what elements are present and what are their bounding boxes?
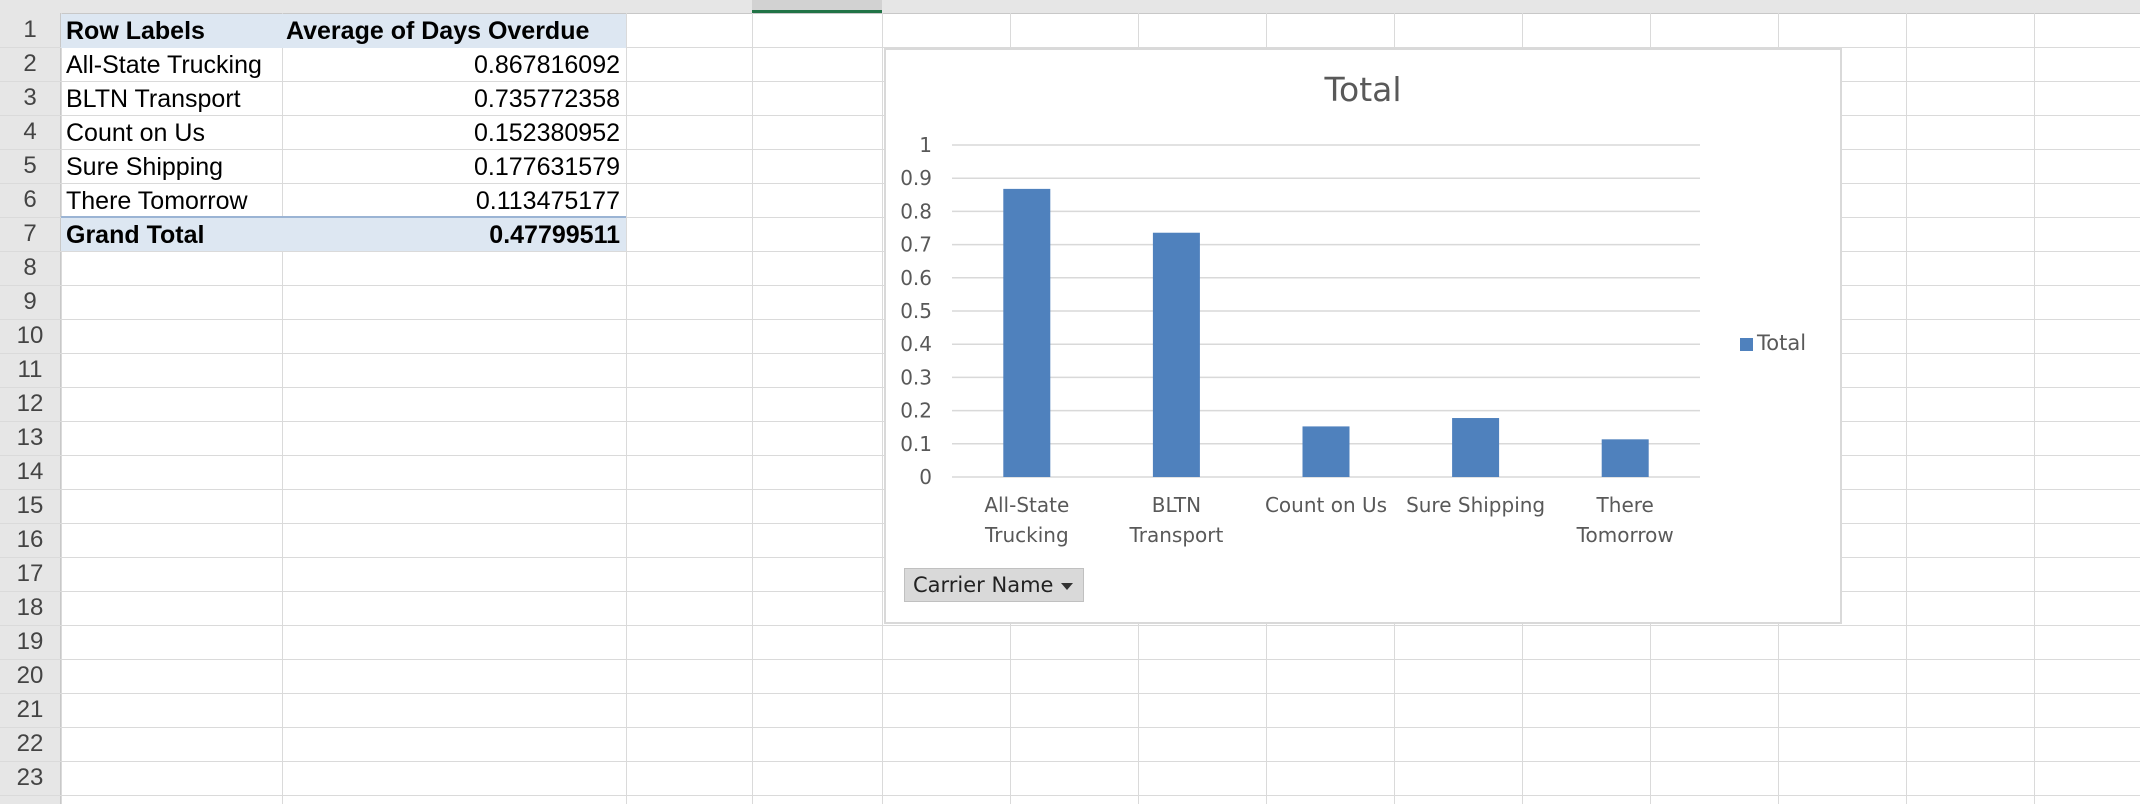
- row-number[interactable]: 16: [0, 523, 60, 557]
- pivot-row-label[interactable]: Sure Shipping: [66, 150, 281, 184]
- row-number[interactable]: 7: [0, 217, 60, 251]
- column-gridline: [1906, 13, 1907, 804]
- y-tick-label: 0.4: [900, 332, 932, 356]
- row-number[interactable]: 5: [0, 149, 60, 183]
- y-tick-label: 0.1: [900, 432, 932, 456]
- column-gridline: [752, 13, 753, 804]
- pivot-row-value[interactable]: 0.867816092: [286, 48, 620, 82]
- y-tick-label: 0.6: [900, 266, 932, 290]
- chart-legend[interactable]: Total: [1740, 330, 1806, 356]
- row-number[interactable]: 22: [0, 727, 60, 761]
- pivot-chart[interactable]: Total 0 0.1 0.2 0.3 0.4 0.5 0.6 0.7 0.8 0.9 1 All-S…: [884, 48, 1842, 624]
- row-gridline: [0, 625, 2140, 626]
- y-tick-label: 0.5: [900, 299, 932, 323]
- row-number[interactable]: 23: [0, 761, 60, 795]
- column-gridline: [61, 13, 62, 804]
- y-tick-label: 0.7: [900, 233, 932, 257]
- x-tick-label: Trucking: [984, 523, 1069, 547]
- x-tick-label: All-State: [984, 493, 1069, 517]
- row-number[interactable]: 15: [0, 489, 60, 523]
- column-gridline: [2034, 13, 2035, 804]
- bar[interactable]: [1302, 426, 1350, 477]
- column-gridline: [626, 13, 627, 804]
- bar[interactable]: [1003, 188, 1051, 477]
- y-tick-label: 0.2: [900, 399, 932, 423]
- row-number[interactable]: 1: [0, 13, 60, 47]
- pivot-row-label[interactable]: All-State Trucking: [66, 48, 281, 82]
- pivot-row-label[interactable]: Count on Us: [66, 116, 281, 150]
- y-tick-label: 0.9: [900, 166, 932, 190]
- row-gridline: [0, 727, 2140, 728]
- pivot-row-label[interactable]: BLTN Transport: [66, 82, 281, 116]
- pivot-header-row-labels[interactable]: Row Labels: [66, 14, 246, 48]
- field-button-label: Carrier Name: [913, 573, 1054, 597]
- row-number[interactable]: 9: [0, 285, 60, 319]
- row-number[interactable]: 6: [0, 183, 60, 217]
- row-number[interactable]: 8: [0, 251, 60, 285]
- row-number[interactable]: 19: [0, 625, 60, 659]
- row-number[interactable]: 12: [0, 387, 60, 421]
- row-number[interactable]: 13: [0, 421, 60, 455]
- column-gridline: [882, 13, 883, 804]
- row-number[interactable]: 2: [0, 47, 60, 81]
- row-number[interactable]: 21: [0, 693, 60, 727]
- y-tick-label: 1: [919, 133, 932, 157]
- pivot-grand-total-value[interactable]: 0.47799511: [286, 218, 620, 252]
- row-number[interactable]: 17: [0, 557, 60, 591]
- y-tick-label: 0.8: [900, 199, 932, 223]
- row-number[interactable]: 10: [0, 319, 60, 353]
- bar[interactable]: [1601, 439, 1649, 477]
- pivot-row-value[interactable]: 0.152380952: [286, 116, 620, 150]
- x-tick-label: Sure Shipping: [1406, 493, 1545, 517]
- y-tick-label: 0: [919, 465, 932, 489]
- row-number[interactable]: 4: [0, 115, 60, 149]
- pivot-row-value[interactable]: 0.177631579: [286, 150, 620, 184]
- row-gridline: [0, 659, 2140, 660]
- x-tick-label: BLTN: [1152, 493, 1201, 517]
- row-number[interactable]: 3: [0, 81, 60, 115]
- bar[interactable]: [1152, 232, 1200, 477]
- pivot-row-label[interactable]: There Tomorrow: [66, 184, 281, 218]
- x-tick-label: Transport: [1128, 523, 1223, 547]
- row-number[interactable]: 14: [0, 455, 60, 489]
- column-gridline: [282, 13, 283, 804]
- pivot-row-value[interactable]: 0.113475177: [286, 184, 620, 218]
- chevron-down-icon: [1061, 582, 1074, 590]
- x-tick-label: There: [1596, 493, 1654, 517]
- legend-label: Total: [1757, 331, 1807, 355]
- column-header-bar[interactable]: [0, 0, 2140, 14]
- row-number[interactable]: 18: [0, 591, 60, 625]
- row-number[interactable]: 11: [0, 353, 60, 387]
- x-tick-label: Tomorrow: [1576, 523, 1674, 547]
- chart-plot-area[interactable]: 0 0.1 0.2 0.3 0.4 0.5 0.6 0.7 0.8 0.9 1 All-State Tr…: [886, 50, 1840, 622]
- row-number[interactable]: 20: [0, 659, 60, 693]
- pivot-row-value[interactable]: 0.735772358: [286, 82, 620, 116]
- carrier-name-field-button[interactable]: Carrier Name: [904, 568, 1085, 602]
- row-gridline: [0, 693, 2140, 694]
- row-gridline: [0, 795, 2140, 796]
- pivot-grand-total-label[interactable]: Grand Total: [66, 218, 281, 252]
- y-tick-label: 0.3: [900, 365, 932, 389]
- bar[interactable]: [1452, 418, 1500, 477]
- active-column-header[interactable]: [752, 0, 882, 13]
- legend-swatch: [1740, 337, 1753, 351]
- x-tick-label: Count on Us: [1265, 493, 1387, 517]
- row-header-bar[interactable]: 1 2 3 4 5 6 7 8 9 10 11 12 13 14 15 16 17 18 19 20 21 22 23: [0, 13, 61, 804]
- pivot-header-value[interactable]: Average of Days Overdue: [286, 14, 626, 48]
- row-gridline: [0, 761, 2140, 762]
